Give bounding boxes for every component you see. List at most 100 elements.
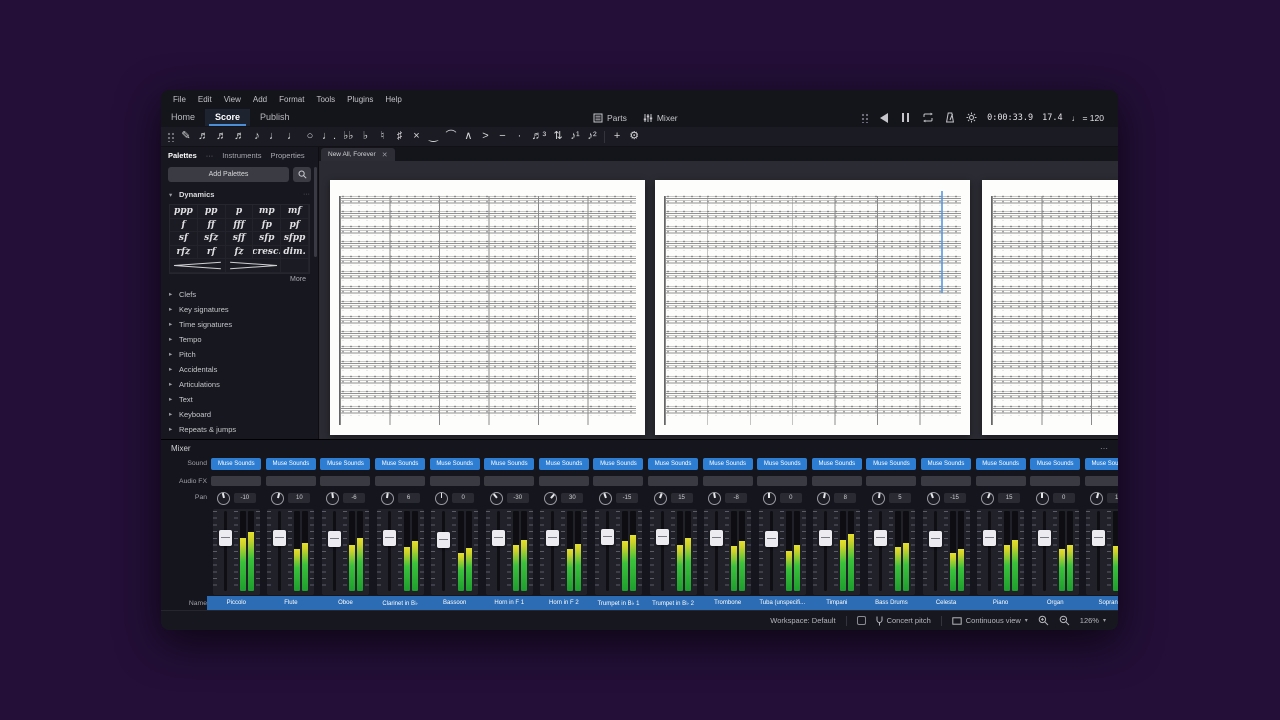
fader-handle[interactable] (219, 530, 232, 546)
dynamics-item-cresc[interactable]: cresc. (253, 246, 281, 260)
muse-sounds-button-channel-8[interactable]: Muse Sounds (593, 458, 643, 470)
natural-icon[interactable]: ♮ (377, 131, 387, 142)
channel-name-channel-15[interactable]: Piano (975, 596, 1026, 610)
palette-section-clefs[interactable]: ▸Clefs (161, 287, 318, 302)
crescendo-hairpin-item[interactable] (170, 259, 226, 273)
customize-toolbar-icon[interactable]: ⚙ (629, 131, 639, 142)
pan-knob-channel-17[interactable] (1090, 492, 1103, 505)
audio-fx-slot-channel-14[interactable] (921, 476, 971, 486)
channel-name-channel-10[interactable]: Trombone (702, 596, 753, 610)
dynamics-more-button[interactable]: More (290, 276, 306, 283)
flat-icon[interactable]: ♭ (360, 131, 370, 142)
note-whole-icon[interactable]: ○ (305, 131, 315, 142)
audio-fx-slot-channel-2[interactable] (266, 476, 316, 486)
tuplet-icon[interactable]: ♬³ (531, 131, 546, 142)
palette-section-tempo[interactable]: ▸Tempo (161, 332, 318, 347)
muse-sounds-button-channel-2[interactable]: Muse Sounds (266, 458, 316, 470)
metronome-button[interactable] (943, 111, 956, 124)
pan-value-channel-9[interactable]: 15 (671, 493, 693, 503)
palette-section-key-signatures[interactable]: ▸Key signatures (161, 302, 318, 317)
fader-handle[interactable] (273, 530, 286, 546)
channel-name-channel-3[interactable]: Oboe (320, 596, 371, 610)
muse-sounds-button-channel-10[interactable]: Muse Sounds (703, 458, 753, 470)
double-flat-icon[interactable]: ♭♭ (343, 131, 353, 142)
note-16th-icon[interactable]: ♬ (234, 131, 245, 142)
note-64th-icon[interactable]: ♬ (198, 131, 209, 142)
volume-fader-channel-6[interactable] (492, 511, 505, 591)
dynamics-item-ff[interactable]: ff (198, 219, 226, 233)
palette-section-time-signatures[interactable]: ▸Time signatures (161, 317, 318, 332)
pan-knob-channel-12[interactable] (817, 492, 830, 505)
tenuto-icon[interactable]: − (497, 131, 507, 142)
channel-name-channel-13[interactable]: Bass Drums (866, 596, 917, 610)
volume-fader-channel-12[interactable] (819, 511, 832, 591)
volume-fader-channel-9[interactable] (656, 511, 669, 591)
fader-handle[interactable] (929, 531, 942, 547)
dynamics-item-sff[interactable]: sff (226, 232, 254, 246)
panel-tab-properties[interactable]: Properties (270, 151, 304, 160)
audio-fx-slot-channel-13[interactable] (866, 476, 916, 486)
muse-sounds-button-channel-17[interactable]: Muse Sounds (1085, 458, 1118, 470)
panel-tab-instruments[interactable]: Instruments (222, 151, 261, 160)
tab-home[interactable]: Home (161, 109, 205, 126)
muse-sounds-button-channel-5[interactable]: Muse Sounds (430, 458, 480, 470)
audio-fx-slot-channel-11[interactable] (757, 476, 807, 486)
pan-value-channel-15[interactable]: 15 (998, 493, 1020, 503)
score-page[interactable] (655, 180, 970, 435)
pan-knob-channel-6[interactable] (490, 492, 503, 505)
pan-knob-channel-15[interactable] (981, 492, 994, 505)
pan-value-channel-11[interactable]: 0 (780, 493, 802, 503)
palette-section-pitch[interactable]: ▸Pitch (161, 347, 318, 362)
search-palettes-button[interactable] (293, 167, 311, 182)
add-icon[interactable]: + (612, 131, 622, 142)
audio-fx-slot-channel-12[interactable] (812, 476, 862, 486)
channel-name-channel-12[interactable]: Timpani (812, 596, 863, 610)
pan-knob-channel-14[interactable] (927, 492, 940, 505)
dynamics-item-sfp[interactable]: sfp (253, 232, 281, 246)
audio-fx-slot-channel-15[interactable] (976, 476, 1026, 486)
audio-fx-slot-channel-10[interactable] (703, 476, 753, 486)
score-canvas[interactable] (319, 161, 1118, 439)
add-palettes-button[interactable]: Add Palettes (168, 167, 289, 182)
tab-publish[interactable]: Publish (250, 109, 300, 126)
dynamics-section-header[interactable]: ▾ Dynamics ··· (161, 187, 318, 202)
volume-fader-channel-16[interactable] (1038, 511, 1051, 591)
pan-value-channel-17[interactable]: 10 (1107, 493, 1118, 503)
volume-fader-channel-10[interactable] (710, 511, 723, 591)
fader-handle[interactable] (1038, 530, 1051, 546)
voice-2-icon[interactable]: ♪² (587, 131, 597, 142)
pan-knob-channel-13[interactable] (872, 492, 885, 505)
volume-fader-channel-1[interactable] (219, 511, 232, 591)
pan-value-channel-4[interactable]: 6 (398, 493, 420, 503)
pan-knob-channel-11[interactable] (763, 492, 776, 505)
menu-item-add[interactable]: Add (247, 93, 273, 106)
volume-fader-channel-4[interactable] (383, 511, 396, 591)
audio-fx-slot-channel-9[interactable] (648, 476, 698, 486)
note-half-icon[interactable]: ♩ (287, 131, 298, 142)
pan-value-channel-6[interactable]: -30 (507, 493, 529, 503)
tie-icon[interactable]: ‿ (428, 131, 438, 142)
pan-value-channel-14[interactable]: -15 (944, 493, 966, 503)
dynamics-item-pp[interactable]: pp (198, 205, 226, 219)
pan-value-channel-16[interactable]: 0 (1053, 493, 1075, 503)
pan-value-channel-10[interactable]: -8 (725, 493, 747, 503)
muse-sounds-button-channel-7[interactable]: Muse Sounds (539, 458, 589, 470)
fader-handle[interactable] (983, 530, 996, 546)
channel-name-channel-4[interactable]: Clarinet in B♭ (375, 596, 426, 610)
zoom-out-button[interactable] (1059, 615, 1070, 626)
menu-item-tools[interactable]: Tools (310, 93, 341, 106)
dynamics-item-fff[interactable]: fff (226, 219, 254, 233)
muse-sounds-button-channel-11[interactable]: Muse Sounds (757, 458, 807, 470)
slur-icon[interactable]: ⌒ (445, 131, 456, 142)
muse-sounds-button-channel-13[interactable]: Muse Sounds (866, 458, 916, 470)
note-32nd-icon[interactable]: ♬ (216, 131, 227, 142)
loop-playback-button[interactable] (921, 111, 934, 124)
palette-section-articulations[interactable]: ▸Articulations (161, 377, 318, 392)
dynamics-item-fp[interactable]: fp (253, 219, 281, 233)
dynamics-item-sfpp[interactable]: sfpp (281, 232, 309, 246)
fader-handle[interactable] (874, 530, 887, 546)
pan-value-channel-13[interactable]: 5 (889, 493, 911, 503)
audio-fx-slot-channel-5[interactable] (430, 476, 480, 486)
dynamics-item-mf[interactable]: mf (281, 205, 309, 219)
dynamics-item-sf[interactable]: sf (170, 232, 198, 246)
